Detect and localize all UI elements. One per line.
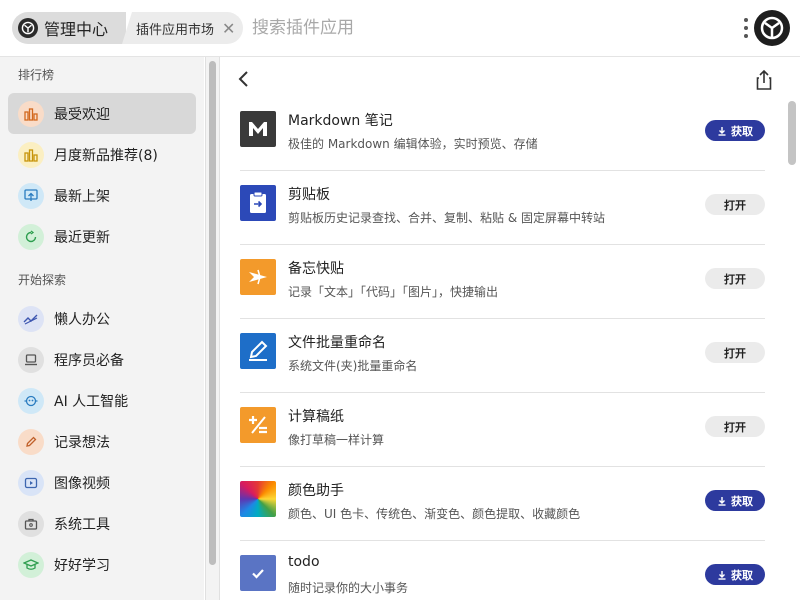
sidebar-item-programmer[interactable]: 程序员必备 — [8, 339, 196, 380]
list-item-clipboard[interactable]: 剪贴板 剪贴板历史记录查找、合并、复制、粘贴 & 固定屏幕中转站 打开 — [240, 171, 765, 245]
plugin-desc: 剪贴板历史记录查找、合并、复制、粘贴 & 固定屏幕中转站 — [288, 211, 605, 225]
open-button[interactable]: 打开 — [705, 268, 765, 289]
sidebar-item-study[interactable]: 好好学习 — [8, 544, 196, 585]
sidebar-item-monthly-new[interactable]: 月度新品推荐(8) — [8, 134, 196, 175]
download-icon — [718, 496, 726, 506]
plugin-list: Markdown 笔记 极佳的 Markdown 编辑体验，实时预览、存储 获取… — [240, 97, 765, 615]
office-icon — [18, 305, 44, 332]
sidebar-item-label: 最受欢迎 — [54, 106, 110, 123]
sidebar-item-label: 图像视频 — [54, 475, 110, 492]
bar-chart-icon — [18, 100, 44, 127]
sidebar-item-label: 最近更新 — [54, 229, 110, 246]
share-icon[interactable] — [754, 69, 774, 91]
search-input[interactable] — [244, 14, 704, 42]
sidebar-item-label: 好好学习 — [54, 557, 110, 574]
sidebar-section-explore: 开始探索 — [18, 273, 67, 287]
bar-chart-icon — [18, 141, 44, 168]
breadcrumb: 管理中心 插件应用市场 ✕ — [12, 12, 244, 44]
plugin-desc: 极佳的 Markdown 编辑体验，实时预览、存储 — [288, 137, 538, 151]
plugin-name: 剪贴板 — [288, 187, 330, 203]
tab-label: 插件应用市场 — [136, 22, 215, 38]
sidebar-item-office[interactable]: 懒人办公 — [8, 298, 196, 339]
plugin-name: Markdown 笔记 — [288, 113, 393, 129]
more-icon[interactable] — [740, 16, 752, 40]
get-button[interactable]: 获取 — [705, 564, 765, 585]
toolbox-icon — [18, 510, 44, 537]
sidebar-item-ai[interactable]: AI 人工智能 — [8, 380, 196, 421]
tab-plugin-market[interactable]: 插件应用市场 ✕ — [122, 12, 244, 44]
back-arrow-icon[interactable] — [234, 69, 254, 89]
graduation-icon — [18, 551, 44, 578]
plugin-name: 文件批量重命名 — [288, 335, 386, 351]
get-button-label: 获取 — [731, 494, 753, 508]
laptop-icon — [18, 346, 44, 373]
open-button[interactable]: 打开 — [705, 194, 765, 215]
sidebar-item-label: 系统工具 — [54, 516, 110, 533]
memo-star-icon — [240, 259, 276, 295]
video-icon — [18, 469, 44, 496]
plugin-desc: 记录「文本」「代码」「图片」，快捷输出 — [288, 285, 499, 299]
sidebar-item-ideas[interactable]: 记录想法 — [8, 421, 196, 462]
sidebar-item-label: 记录想法 — [54, 434, 110, 451]
user-avatar-icon[interactable] — [754, 10, 790, 46]
scrollbar-thumb[interactable] — [209, 61, 216, 565]
sidebar-item-label: 最新上架 — [54, 188, 110, 205]
refresh-icon — [18, 223, 44, 250]
rename-pen-icon — [240, 333, 276, 369]
get-button-label: 获取 — [731, 568, 753, 582]
title-bar: 管理中心 插件应用市场 ✕ — [0, 0, 800, 57]
clipboard-icon — [240, 185, 276, 221]
plugin-desc: 颜色、UI 色卡、传统色、渐变色、颜色提取、收藏颜色 — [288, 507, 581, 521]
sidebar-scrollbar[interactable] — [205, 57, 220, 600]
sidebar-item-latest[interactable]: 最新上架 — [8, 175, 196, 216]
main-scrollbar-thumb[interactable] — [788, 101, 796, 165]
calculator-icon — [240, 407, 276, 443]
app-logo-icon — [18, 18, 38, 38]
download-icon — [718, 126, 726, 136]
get-button[interactable]: 获取 — [705, 120, 765, 141]
sidebar-item-media[interactable]: 图像视频 — [8, 462, 196, 503]
sidebar-item-label: 懒人办公 — [54, 311, 110, 328]
get-button-label: 获取 — [731, 124, 753, 138]
open-button[interactable]: 打开 — [705, 342, 765, 363]
plugin-desc: 像打草稿一样计算 — [288, 433, 385, 447]
plugin-name: 备忘快贴 — [288, 261, 344, 277]
list-item-batch-rename[interactable]: 文件批量重命名 系统文件(夹)批量重命名 打开 — [240, 319, 765, 393]
markdown-icon — [240, 111, 276, 147]
plugin-name: 计算稿纸 — [288, 409, 344, 425]
sidebar-section-ranking: 排行榜 — [18, 68, 55, 82]
sidebar-item-popular[interactable]: 最受欢迎 — [8, 93, 196, 134]
list-item-quick-memo[interactable]: 备忘快贴 记录「文本」「代码」「图片」，快捷输出 打开 — [240, 245, 765, 319]
list-item-todo[interactable]: todo 随时记录你的大小事务 获取 — [240, 541, 765, 615]
list-item-color-helper[interactable]: 颜色助手 颜色、UI 色卡、传统色、渐变色、颜色提取、收藏颜色 获取 — [240, 467, 765, 541]
plugin-list-panel: Markdown 笔记 极佳的 Markdown 编辑体验，实时预览、存储 获取… — [220, 57, 800, 600]
plugin-desc: 随时记录你的大小事务 — [288, 581, 409, 595]
home-breadcrumb[interactable]: 管理中心 — [12, 12, 127, 44]
ai-icon — [18, 387, 44, 414]
get-button[interactable]: 获取 — [705, 490, 765, 511]
close-icon[interactable]: ✕ — [222, 19, 235, 38]
sidebar-item-label: AI 人工智能 — [54, 393, 129, 410]
download-icon — [718, 570, 726, 580]
sidebar-item-recent-update[interactable]: 最近更新 — [8, 216, 196, 257]
sidebar-item-label: 月度新品推荐(8) — [54, 147, 158, 164]
pencil-icon — [18, 428, 44, 455]
plugin-name: 颜色助手 — [288, 483, 344, 499]
color-wheel-icon — [240, 481, 276, 517]
upload-icon — [18, 182, 44, 209]
list-item-markdown[interactable]: Markdown 笔记 极佳的 Markdown 编辑体验，实时预览、存储 获取 — [240, 97, 765, 171]
sidebar-item-label: 程序员必备 — [54, 352, 124, 369]
list-item-calc-paper[interactable]: 计算稿纸 像打草稿一样计算 打开 — [240, 393, 765, 467]
plugin-name: todo — [288, 554, 320, 570]
plugin-desc: 系统文件(夹)批量重命名 — [288, 359, 418, 373]
open-button[interactable]: 打开 — [705, 416, 765, 437]
home-title: 管理中心 — [44, 20, 109, 39]
todo-check-icon — [240, 555, 276, 591]
sidebar-item-system-tools[interactable]: 系统工具 — [8, 503, 196, 544]
sidebar: 排行榜 最受欢迎 月度新品推荐(8) 最新上架 最近更新 开始探索 懒人办公 程… — [0, 57, 204, 600]
